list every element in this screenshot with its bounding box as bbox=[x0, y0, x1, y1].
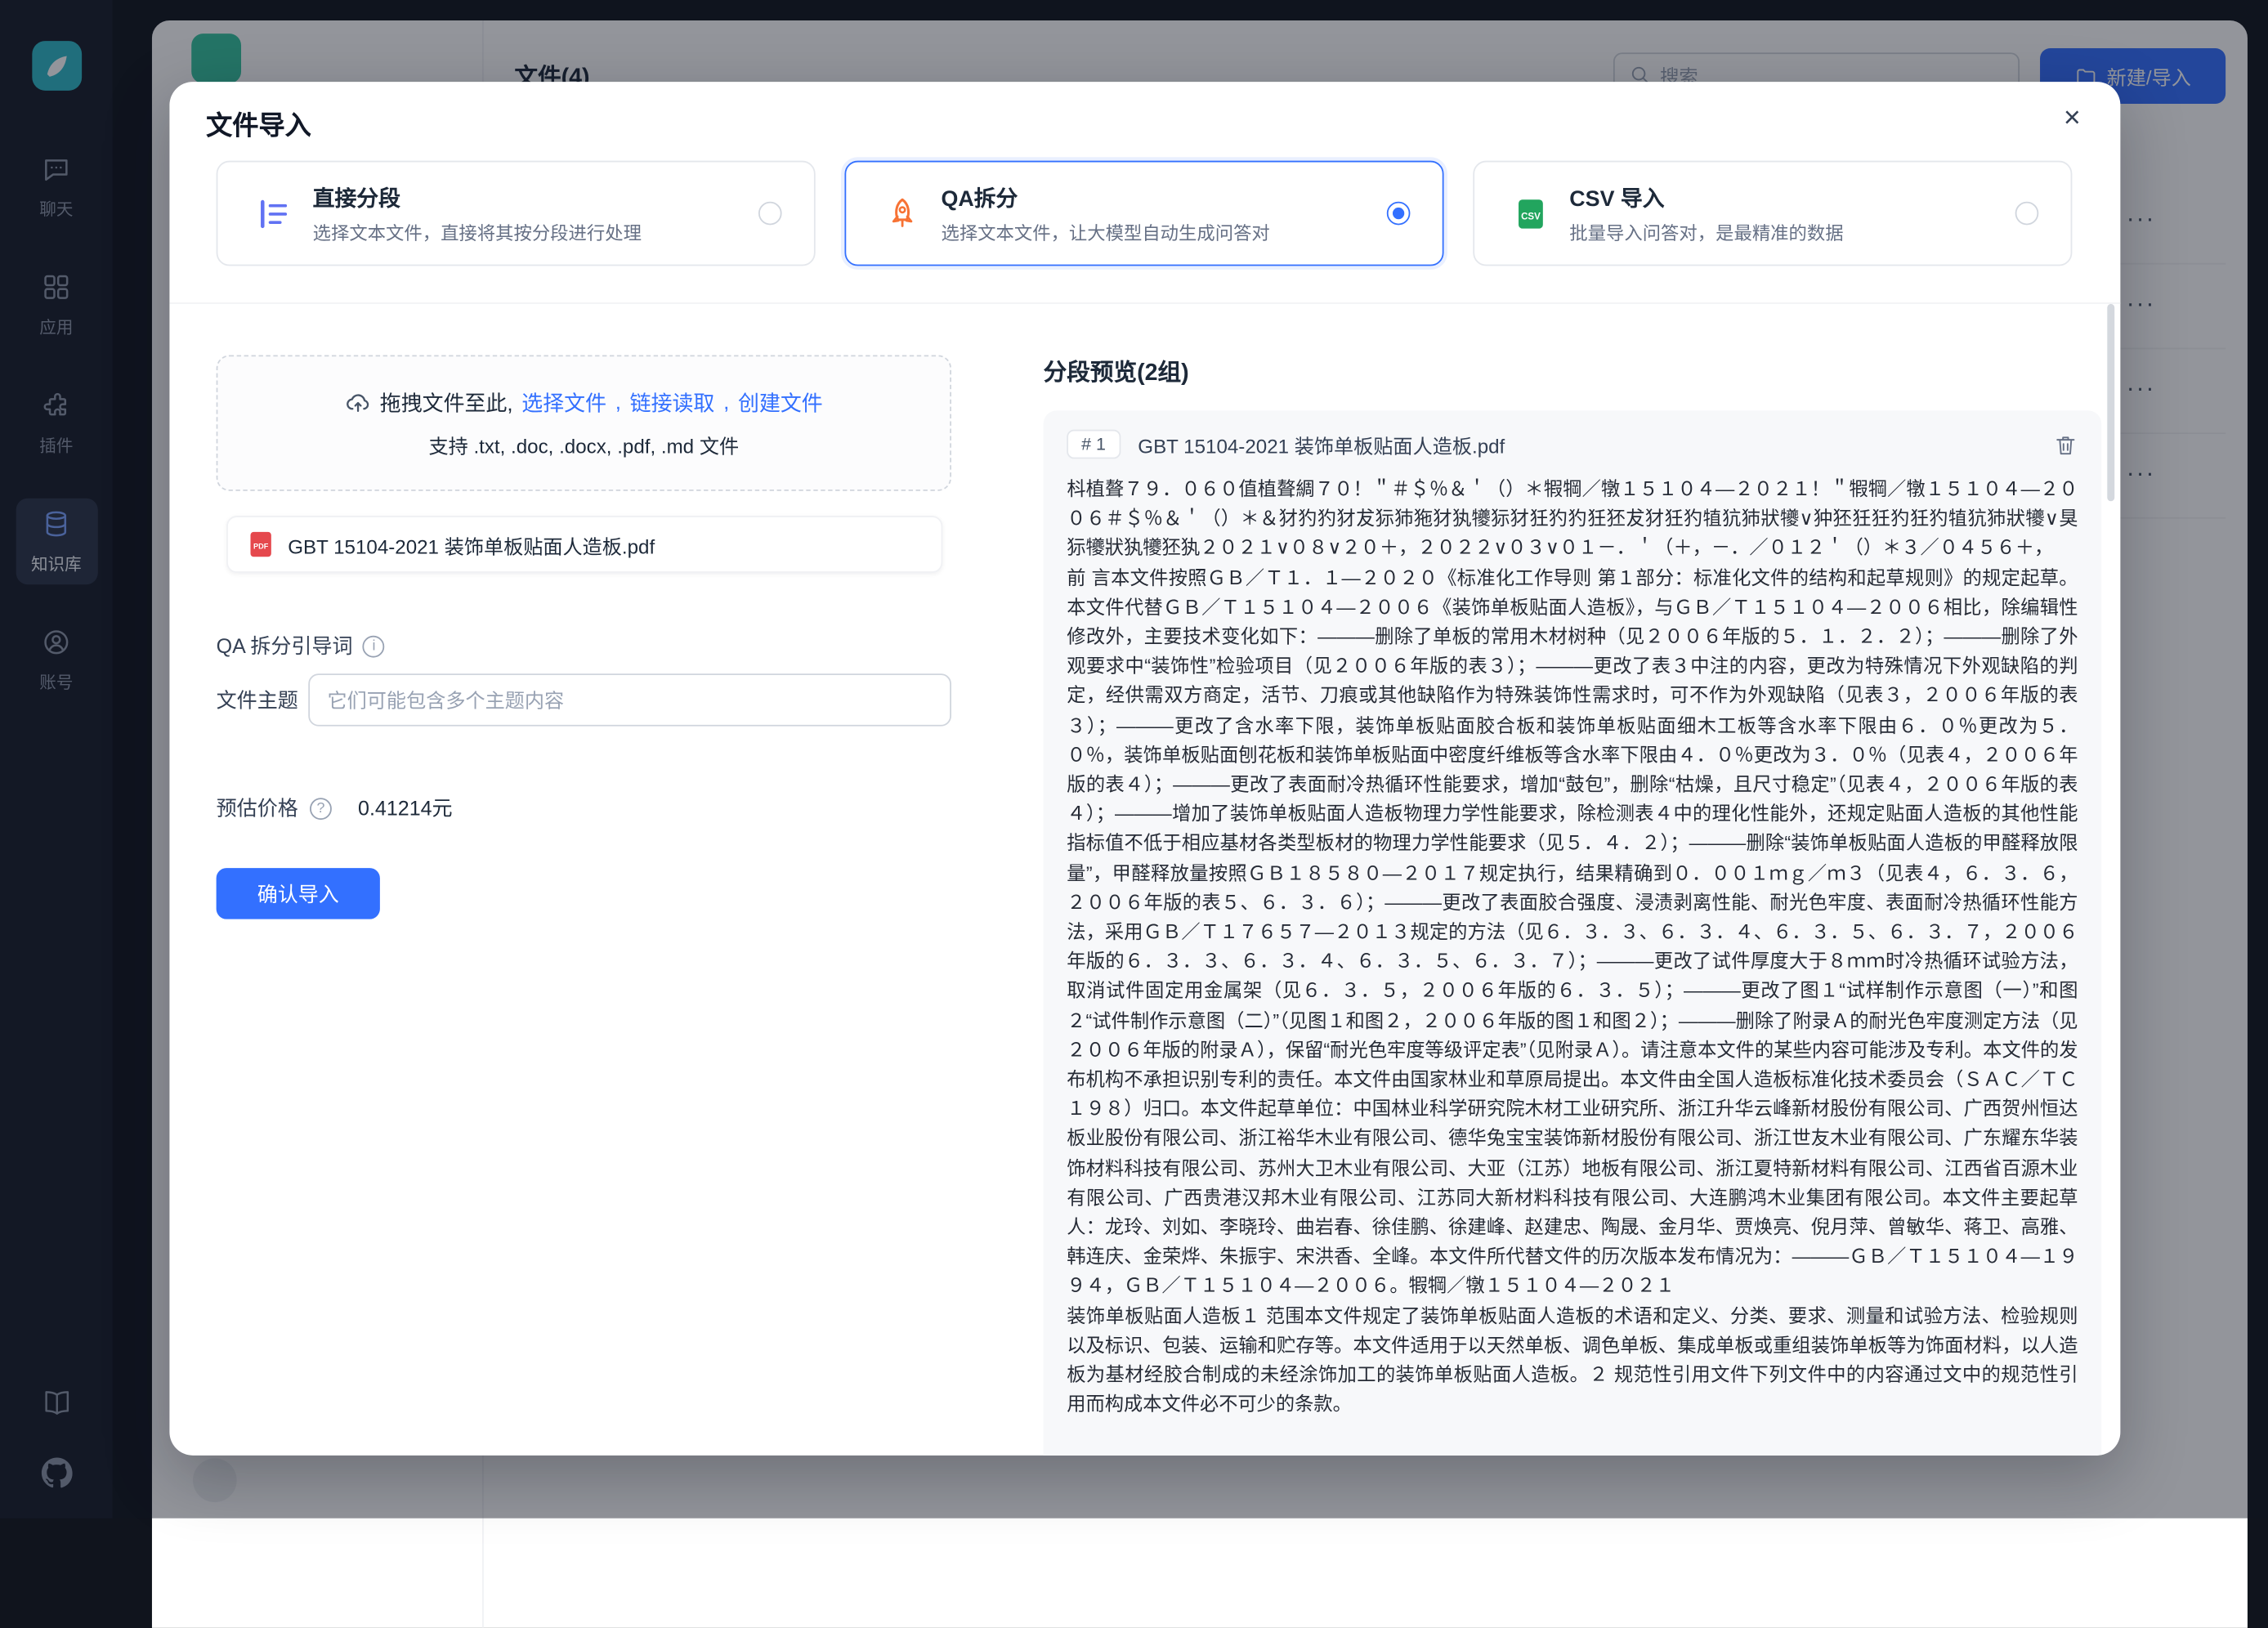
link-separator: , bbox=[615, 391, 621, 414]
supported-formats-text: 支持 .txt, .doc, .docx, .pdf, .md 文件 bbox=[428, 430, 739, 459]
confirm-import-button[interactable]: 确认导入 bbox=[217, 868, 380, 919]
file-import-modal: 文件导入 × 直接分段 选择文本文件，直接将其按分段进行处理 bbox=[169, 82, 2120, 1456]
dropzone-line1: 拖拽文件至此, 选择文件, 链接读取, 创建文件 bbox=[345, 387, 823, 418]
price-value: 0.41214元 bbox=[358, 794, 453, 823]
choose-file-link[interactable]: 选择文件 bbox=[521, 387, 606, 418]
screen: 聊天 应用 插件 知识库 bbox=[0, 0, 2268, 1518]
modal-title: 文件导入 bbox=[206, 105, 311, 143]
mode-card-direct-segment[interactable]: 直接分段 选择文本文件，直接将其按分段进行处理 bbox=[217, 161, 816, 266]
mode-desc: 选择文本文件，让大模型自动生成问答对 bbox=[941, 217, 1269, 245]
chunk-text: 枓植聱７９．０６０值植聱綢７０！＂＃＄％＆＇（）＊犌犅／犜１５１０４—２０２１！… bbox=[1067, 475, 2078, 1420]
estimated-price-row: 预估价格 ? 0.41214元 bbox=[217, 794, 453, 823]
qa-prompt-label: QA 拆分引导词 bbox=[217, 631, 353, 660]
close-icon[interactable]: × bbox=[2051, 96, 2095, 141]
help-icon[interactable]: ? bbox=[310, 797, 332, 819]
mode-desc: 选择文本文件，直接将其按分段进行处理 bbox=[313, 217, 642, 245]
file-topic-row: 文件主题 bbox=[217, 673, 951, 726]
mode-card-csv-import[interactable]: CSV CSV 导入 批量导入问答对，是最精准的数据 bbox=[1473, 161, 2072, 266]
url-fetch-link[interactable]: 链接读取 bbox=[630, 387, 715, 418]
drag-here-text: 拖拽文件至此, bbox=[380, 387, 513, 418]
radio-unselected-icon[interactable] bbox=[2015, 202, 2039, 226]
modal-divider bbox=[169, 302, 2120, 304]
mode-card-text: 直接分段 选择文本文件，直接将其按分段进行处理 bbox=[313, 182, 642, 245]
mode-title: QA拆分 bbox=[941, 182, 1269, 213]
qa-prompt-row: QA 拆分引导词 i bbox=[217, 631, 385, 660]
mode-card-qa-split[interactable]: QA拆分 选择文本文件，让大模型自动生成问答对 bbox=[844, 161, 1443, 266]
csv-file-icon: CSV bbox=[1513, 195, 1550, 232]
svg-text:PDF: PDF bbox=[253, 543, 269, 551]
radio-selected-icon[interactable] bbox=[1387, 202, 1411, 226]
preview-title: 分段预览(2组) bbox=[1044, 352, 2102, 387]
file-topic-input[interactable] bbox=[308, 673, 951, 726]
cloud-upload-icon bbox=[345, 390, 371, 416]
link-separator: , bbox=[723, 391, 729, 414]
chunk-header: # 1 GBT 15104-2021 装饰单板贴面人造板.pdf bbox=[1067, 430, 2078, 459]
trash-icon bbox=[2053, 432, 2078, 456]
file-topic-label: 文件主题 bbox=[217, 686, 309, 715]
create-file-link[interactable]: 创建文件 bbox=[738, 387, 823, 418]
pdf-file-icon: PDF bbox=[248, 530, 273, 558]
uploaded-file-item[interactable]: PDF GBT 15104-2021 装饰单板贴面人造板.pdf bbox=[226, 516, 942, 573]
chunk-index-badge: # 1 bbox=[1067, 430, 1121, 459]
import-mode-cards: 直接分段 选择文本文件，直接将其按分段进行处理 QA拆分 选择文本文件，让大模型… bbox=[217, 161, 2073, 266]
mode-card-text: CSV 导入 批量导入问答对，是最精准的数据 bbox=[1569, 182, 1843, 245]
price-label: 预估价格 bbox=[217, 794, 298, 823]
rocket-icon bbox=[884, 195, 921, 232]
segment-icon bbox=[256, 195, 293, 232]
file-dropzone[interactable]: 拖拽文件至此, 选择文件, 链接读取, 创建文件 支持 .txt, .doc, … bbox=[217, 355, 951, 490]
preview-chunk-card: # 1 GBT 15104-2021 装饰单板贴面人造板.pdf 枓植聱７９．０… bbox=[1044, 410, 2102, 1455]
mode-desc: 批量导入问答对，是最精准的数据 bbox=[1569, 217, 1843, 245]
delete-chunk-button[interactable] bbox=[2053, 432, 2078, 456]
mode-title: 直接分段 bbox=[313, 182, 642, 213]
svg-text:CSV: CSV bbox=[1521, 212, 1541, 221]
radio-unselected-icon[interactable] bbox=[758, 202, 782, 226]
segment-preview-column: 分段预览(2组) # 1 GBT 15104-2021 装饰单板贴面人造板.pd… bbox=[1044, 352, 2102, 387]
mode-card-text: QA拆分 选择文本文件，让大模型自动生成问答对 bbox=[941, 182, 1269, 245]
modal-scrollbar[interactable] bbox=[2107, 304, 2114, 501]
info-icon[interactable]: i bbox=[363, 635, 385, 657]
mode-title: CSV 导入 bbox=[1569, 182, 1843, 213]
chunk-filename: GBT 15104-2021 装饰单板贴面人造板.pdf bbox=[1138, 430, 1505, 459]
uploaded-file-name: GBT 15104-2021 装饰单板贴面人造板.pdf bbox=[288, 530, 655, 559]
